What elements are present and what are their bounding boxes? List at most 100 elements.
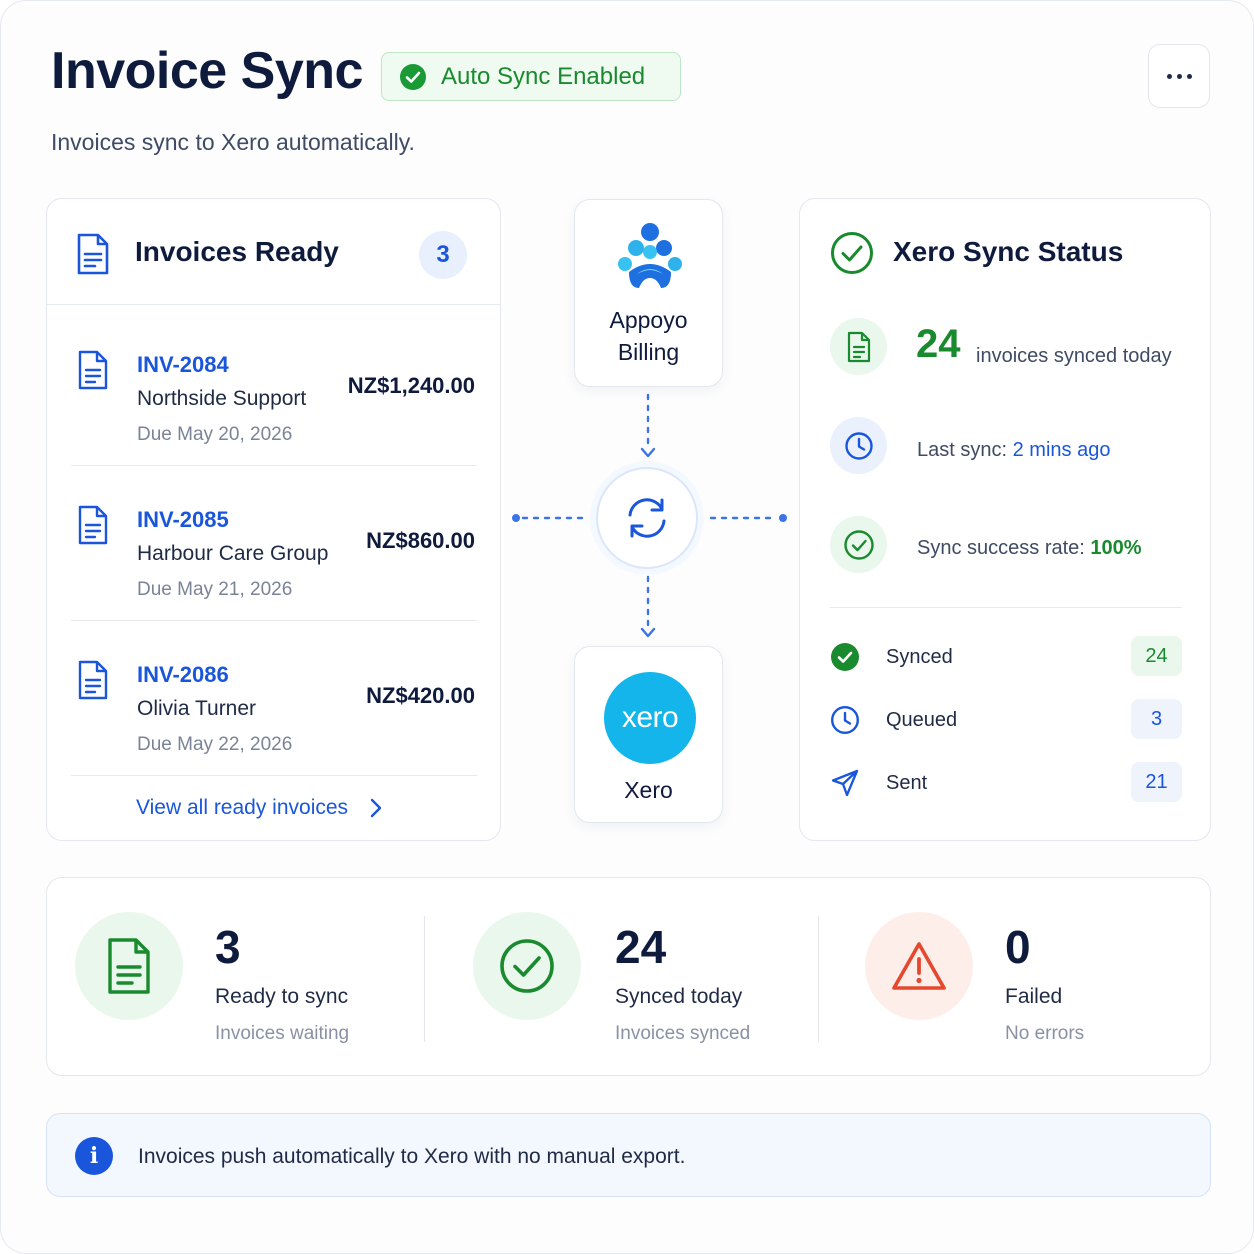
more-dots-icon bbox=[1166, 73, 1172, 79]
page-title: Invoice Sync bbox=[51, 42, 363, 100]
xero-sync-status-card: Xero Sync Status 24 invoices synced toda… bbox=[799, 198, 1211, 841]
summary-synced: 24 Synced today Invoices synced bbox=[473, 878, 813, 1077]
summary-synced-icon-circle bbox=[473, 912, 581, 1020]
document-icon bbox=[108, 938, 150, 994]
warning-icon bbox=[892, 942, 946, 990]
view-all-invoices-link[interactable]: View all ready invoices bbox=[136, 796, 382, 820]
chevron-right-icon bbox=[370, 798, 382, 818]
summary-synced-sub: Invoices synced bbox=[615, 1023, 751, 1044]
clock-icon bbox=[830, 705, 860, 735]
appoyo-billing-node: Appoyo Billing bbox=[574, 199, 723, 387]
info-icon: i bbox=[75, 1137, 113, 1175]
legend-label: Queued bbox=[886, 709, 958, 731]
legend-value: 24 bbox=[1131, 636, 1182, 676]
legend-row-synced: Synced 24 bbox=[830, 636, 1182, 680]
divider bbox=[830, 607, 1182, 608]
view-all-label: View all ready invoices bbox=[136, 796, 349, 819]
summary-ready-sub: Invoices waiting bbox=[215, 1023, 350, 1044]
check-circle-filled-icon bbox=[831, 643, 859, 671]
invoice-due-date: Due May 22, 2026 bbox=[137, 734, 293, 755]
source-name-line1: Appoyo bbox=[609, 307, 688, 333]
last-sync-prefix: Last sync: bbox=[917, 439, 1008, 461]
appoyo-billing-label: Appoyo Billing bbox=[575, 304, 722, 368]
summary-card: 3 Ready to sync Invoices waiting 24 Sync… bbox=[46, 877, 1211, 1076]
invoice-amount: NZ$420.00 bbox=[366, 683, 475, 708]
invoice-row[interactable]: INV-2084 Northside Support Due May 20, 2… bbox=[71, 312, 477, 466]
document-icon bbox=[78, 350, 108, 390]
xero-logo: xero bbox=[604, 672, 696, 764]
auto-sync-badge: Auto Sync Enabled bbox=[381, 52, 681, 101]
summary-failed-icon-circle bbox=[865, 912, 973, 1020]
invoice-due-date: Due May 21, 2026 bbox=[137, 579, 293, 600]
summary-ready: 3 Ready to sync Invoices waiting bbox=[75, 878, 415, 1077]
summary-synced-value: 24 bbox=[615, 921, 667, 973]
document-icon bbox=[77, 233, 109, 275]
success-rate-prefix: Sync success rate: bbox=[917, 537, 1085, 559]
invoices-ready-card: Invoices Ready 3 INV-2084 Northside Supp… bbox=[46, 198, 501, 841]
summary-divider bbox=[818, 916, 819, 1042]
last-sync-icon-circle bbox=[830, 417, 887, 474]
last-sync-value: 2 mins ago bbox=[1012, 439, 1111, 461]
check-circle-icon bbox=[831, 232, 873, 274]
invoice-id[interactable]: INV-2084 bbox=[137, 352, 229, 378]
invoice-customer: Harbour Care Group bbox=[137, 542, 329, 565]
synced-today-value: 24 bbox=[916, 322, 961, 366]
document-icon bbox=[847, 331, 870, 362]
xero-label: Xero bbox=[624, 777, 673, 803]
auto-sync-label: Auto Sync Enabled bbox=[441, 62, 646, 90]
success-rate-icon-circle bbox=[830, 516, 887, 573]
check-circle-icon bbox=[843, 529, 874, 560]
check-circle-icon bbox=[400, 63, 426, 90]
summary-ready-value: 3 bbox=[215, 921, 241, 973]
synced-today-icon-circle bbox=[830, 318, 887, 375]
sync-arrows-icon bbox=[628, 498, 666, 538]
info-text: Invoices push automatically to Xero with… bbox=[138, 1145, 686, 1168]
appoyo-logo-icon bbox=[618, 223, 682, 288]
summary-divider bbox=[424, 916, 425, 1042]
more-dots-icon bbox=[1186, 73, 1192, 79]
success-rate-value: 100% bbox=[1090, 537, 1142, 559]
xero-node: xero Xero bbox=[574, 646, 723, 823]
info-banner: i Invoices push automatically to Xero wi… bbox=[46, 1113, 1211, 1197]
invoice-customer: Olivia Turner bbox=[137, 697, 257, 720]
page-subtitle: Invoices sync to Xero automatically. bbox=[51, 129, 415, 155]
invoice-row[interactable]: INV-2085 Harbour Care Group Due May 21, … bbox=[71, 467, 477, 621]
app-frame: Invoice Sync Auto Sync Enabled Invoices … bbox=[0, 0, 1254, 1254]
invoice-customer: Northside Support bbox=[137, 387, 307, 410]
summary-ready-icon-circle bbox=[75, 912, 183, 1020]
invoice-due-date: Due May 20, 2026 bbox=[137, 424, 293, 445]
invoices-ready-header: Invoices Ready 3 bbox=[47, 199, 500, 305]
summary-failed-label: Failed bbox=[1005, 985, 1063, 1008]
more-options-button[interactable] bbox=[1148, 44, 1210, 108]
source-name-line2: Billing bbox=[617, 339, 680, 365]
summary-synced-label: Synced today bbox=[615, 985, 743, 1008]
summary-failed-sub: No errors bbox=[1005, 1023, 1085, 1044]
invoices-ready-title: Invoices Ready bbox=[135, 236, 339, 267]
legend-value: 3 bbox=[1131, 699, 1182, 739]
sync-icon-circle bbox=[596, 467, 698, 569]
document-icon bbox=[78, 505, 108, 545]
legend-row-sent: Sent 21 bbox=[830, 762, 1182, 806]
legend-row-queued: Queued 3 bbox=[830, 699, 1182, 743]
summary-failed-value: 0 bbox=[1005, 921, 1031, 973]
legend-label: Synced bbox=[886, 646, 953, 668]
legend-value: 21 bbox=[1131, 762, 1182, 802]
clock-icon bbox=[844, 431, 873, 460]
invoices-ready-count-badge: 3 bbox=[419, 231, 467, 279]
invoice-amount: NZ$860.00 bbox=[366, 528, 475, 553]
success-rate-text: Sync success rate: 100% bbox=[917, 537, 1142, 560]
summary-ready-label: Ready to sync bbox=[215, 985, 349, 1008]
legend-label: Sent bbox=[886, 772, 928, 794]
invoice-amount: NZ$1,240.00 bbox=[347, 373, 475, 398]
check-circle-icon bbox=[500, 939, 554, 993]
more-dots-icon bbox=[1176, 73, 1182, 79]
invoice-row[interactable]: INV-2086 Olivia Turner Due May 22, 2026 … bbox=[71, 622, 477, 776]
document-icon bbox=[78, 660, 108, 700]
invoice-id[interactable]: INV-2085 bbox=[137, 507, 229, 533]
invoice-id[interactable]: INV-2086 bbox=[137, 662, 229, 688]
last-sync-text: Last sync: 2 mins ago bbox=[917, 439, 1110, 462]
sync-status-title: Xero Sync Status bbox=[893, 236, 1124, 267]
send-icon bbox=[831, 769, 859, 797]
summary-failed: 0 Failed No errors bbox=[865, 878, 1185, 1077]
synced-today-label: invoices synced today bbox=[976, 345, 1172, 367]
